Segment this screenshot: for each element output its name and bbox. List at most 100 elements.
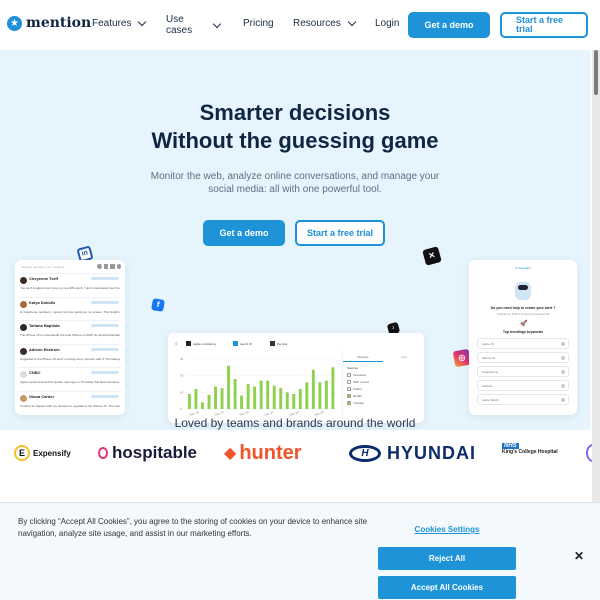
bar: [246, 384, 250, 409]
keyword-item[interactable]: Apple 15: [477, 338, 569, 349]
cookies-settings-link[interactable]: Cookies Settings: [378, 525, 516, 534]
hero-free-trial-button[interactable]: Start a free trial: [295, 220, 385, 246]
y-tick-label: 20: [180, 374, 184, 378]
nav-pricing[interactable]: Pricing: [243, 18, 274, 29]
source-label: Television: [353, 373, 367, 377]
mention-item[interactable]: Tatiana Baptista The iPhone 15 is undoubt…: [18, 320, 122, 342]
nav-login[interactable]: Login: [375, 18, 399, 29]
keyword-item[interactable]: Smartphone: [477, 366, 569, 377]
facebook-icon: f: [151, 298, 165, 312]
source-checkbox[interactable]: Youtube: [347, 401, 364, 405]
nav-use-cases[interactable]: Use cases: [166, 14, 226, 36]
keyword-item[interactable]: Apple Watch: [477, 394, 569, 405]
filter-icon[interactable]: [97, 264, 102, 269]
avatar: [20, 394, 27, 402]
keyword-item[interactable]: AirPods: [477, 380, 569, 391]
mention-item[interactable]: Cheyenne Torff You can't imagine how I lo…: [18, 273, 122, 295]
nav-login-label: Login: [375, 18, 400, 29]
bar: [220, 388, 224, 409]
bar: [227, 365, 231, 409]
mention-item[interactable]: Adison Ekstrom Upgraded to the iPhone 15 …: [18, 343, 122, 366]
kings-college-label: King's College Hospital: [502, 449, 558, 455]
tab-sources[interactable]: Sources: [343, 355, 383, 362]
hunter-label: hunter: [239, 441, 302, 464]
source-checkbox[interactable]: Twitter: [347, 387, 362, 391]
mention-tag: [91, 277, 119, 280]
interval-icon: [270, 341, 275, 346]
settings-icon[interactable]: [116, 264, 121, 269]
edit-icon[interactable]: [110, 264, 115, 269]
keyword-label: Mac book: [482, 356, 496, 360]
avatar: [20, 371, 27, 378]
alert-name: Apple monitoring: [193, 341, 216, 346]
source-checkbox[interactable]: Reddit: [347, 394, 362, 398]
bar: [266, 380, 270, 409]
bar: [279, 388, 283, 409]
mention-text: You can't imagine how I love my new iPho…: [20, 286, 120, 290]
bar: [318, 382, 322, 409]
y-tick-label: 30: [180, 357, 184, 361]
trending-title: Top trendings keywords: [502, 330, 544, 334]
mention-tag: [91, 347, 119, 351]
ai-assistant-panel: AI Assistant Do you need help to create …: [469, 260, 577, 415]
interval-selector[interactable]: Per day: [270, 340, 287, 347]
nav-free-trial-button[interactable]: Start a free trial: [500, 12, 588, 38]
source-label: Web / press: [353, 380, 369, 384]
mention-text: Apple reported fiscal first quarter earn…: [20, 380, 120, 384]
add-icon[interactable]: [561, 370, 565, 374]
mentions-toolbar: [97, 264, 121, 269]
tab-tags[interactable]: Tags: [385, 355, 423, 359]
keyword-item[interactable]: Mac book: [477, 352, 569, 363]
interval-value: Per day: [277, 341, 288, 346]
add-icon[interactable]: [561, 398, 565, 402]
mention-item[interactable]: CNBC Apple reported fiscal first quarter …: [18, 367, 122, 389]
source-checkbox[interactable]: Television: [347, 373, 366, 377]
nav-resources[interactable]: Resources: [293, 17, 357, 29]
mentions-panel: Explore and filter your mentions Cheyenn…: [15, 260, 125, 415]
logo-hyundai: H HYUNDAI: [349, 440, 476, 466]
mention-text: The iPhone 15 is undoubtedly the best iP…: [20, 333, 120, 337]
nav-get-demo-button[interactable]: Get a demo: [408, 12, 490, 38]
avatar: [20, 324, 27, 331]
rocket-icon: 🚀: [520, 321, 528, 327]
mention-tag: [91, 371, 119, 374]
bar: [240, 395, 244, 409]
mention-text: Couldn't be happier with my decision to …: [20, 403, 120, 408]
mention-item[interactable]: Kaiya Dokidis Hi Cellphone members, I spe…: [18, 296, 122, 319]
page-scrollbar[interactable]: [592, 50, 600, 502]
bar: [324, 380, 328, 409]
keyword-label: AirPods: [482, 384, 493, 388]
reject-all-button[interactable]: Reject All: [378, 547, 516, 570]
cookie-text: By clicking “Accept All Cookies”, you ag…: [18, 517, 368, 538]
period-selector[interactable]: Last 2 W: [233, 340, 252, 347]
mention-author: Giana Carder: [29, 393, 55, 399]
export-icon[interactable]: [103, 264, 108, 269]
nav-free-trial-label: Start a free trial: [516, 15, 564, 34]
scrollbar-thumb[interactable]: [594, 50, 598, 95]
alert-selector[interactable]: Apple monitoring: [186, 340, 216, 347]
logo-hospitable: hospitable: [98, 440, 197, 466]
hero-title-line2: Without the guessing game: [151, 128, 439, 153]
close-icon[interactable]: ✕: [574, 549, 584, 563]
add-icon[interactable]: [561, 384, 565, 388]
mention-item[interactable]: Giana Carder Couldn't be happier with my …: [18, 390, 122, 413]
bar: [207, 394, 211, 409]
nav-features[interactable]: Features: [92, 17, 147, 29]
loved-by-text: Loved by teams and brands around the wor…: [174, 416, 416, 430]
source-checkbox[interactable]: Web / press: [347, 380, 369, 384]
ai-hint: Check our TOP 5 to find your keywords: [496, 312, 550, 316]
nav-features-label: Features: [92, 18, 132, 29]
logo-kings-college: NHS King's College Hospital: [502, 443, 558, 469]
add-icon[interactable]: [561, 356, 565, 360]
logo-hunter: ◆ hunter: [224, 440, 302, 466]
mentions-bar-chart: 0102030Dec 18 Dec 19 Dec 20 Dec 21 Dec 22 Dec…: [180, 357, 336, 417]
star-icon: ★: [7, 15, 22, 31]
keyword-label: Smartphone: [482, 370, 499, 374]
accept-all-cookies-button[interactable]: Accept All Cookies: [378, 576, 516, 599]
robot-icon: [515, 282, 531, 300]
add-icon[interactable]: [561, 342, 565, 346]
analytics-panel: ⌕ Apple monitoring Last 2 W Per day 0 10 2…: [168, 333, 424, 423]
hero-get-demo-button[interactable]: Get a demo: [203, 220, 285, 246]
mention-logo[interactable]: ★ mention: [7, 15, 91, 31]
bar: [272, 385, 276, 409]
